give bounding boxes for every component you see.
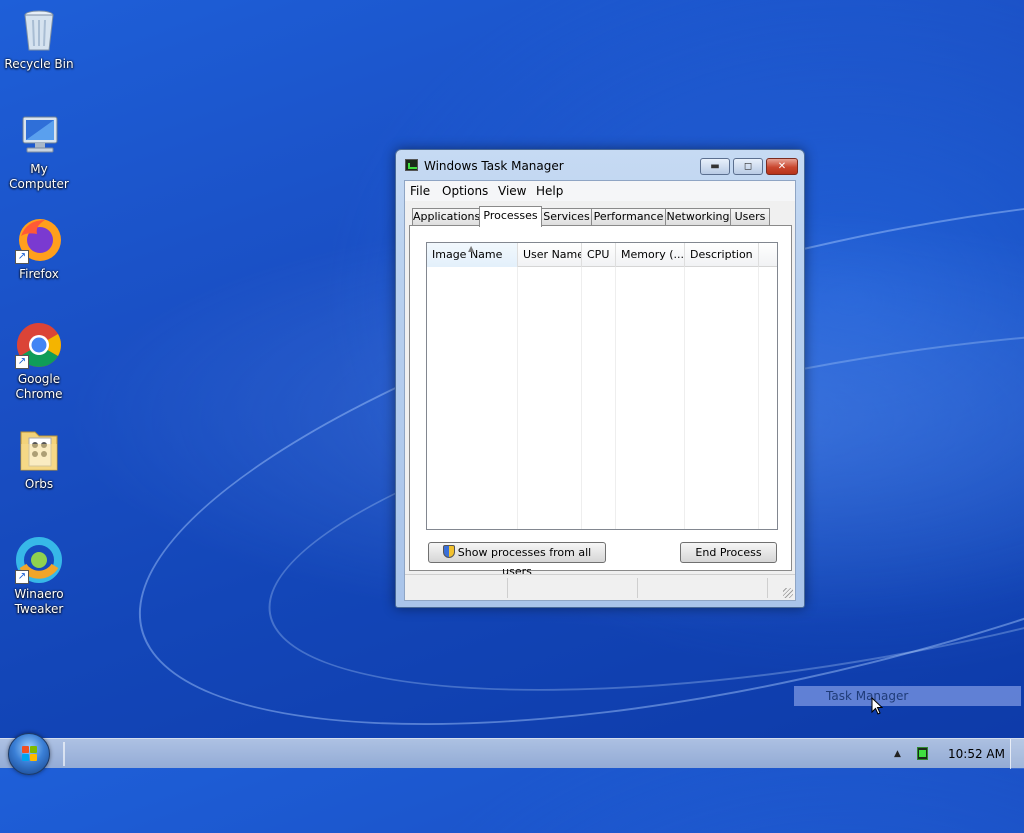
tab-networking[interactable]: Networking (665, 208, 731, 226)
show-hidden-icons-button[interactable]: ▲ (894, 749, 901, 759)
window-title: Windows Task Manager (424, 159, 564, 173)
winaero-tweaker-icon: ↗ (15, 536, 63, 584)
sort-ascending-icon: ▲ (468, 244, 475, 253)
column-image-name[interactable]: ▲ Image Name (427, 243, 518, 267)
uac-shield-icon (442, 545, 455, 558)
desktop-icon-label: My Computer (9, 162, 69, 191)
desktop-icon-recycle-bin[interactable]: Recycle Bin (0, 6, 78, 72)
menu-options[interactable]: Options (442, 184, 488, 198)
tab-users[interactable]: Users (730, 208, 770, 226)
close-button[interactable]: ✕ (766, 158, 798, 175)
window-client-area: File Options View Help Applications Proc… (404, 180, 796, 601)
menu-view[interactable]: View (498, 184, 526, 198)
maximize-button[interactable]: ◻ (733, 158, 763, 175)
status-bar (405, 574, 795, 600)
column-divider (758, 267, 759, 529)
shortcut-arrow-icon: ↗ (15, 570, 29, 584)
task-manager-icon (405, 159, 418, 171)
desktop-icon-label: Google Chrome (15, 372, 63, 401)
desktop-icon-winaero-tweaker[interactable]: ↗ Winaero Tweaker (0, 536, 78, 617)
status-divider (767, 578, 768, 598)
column-user-name[interactable]: User Name (518, 243, 582, 267)
end-process-button[interactable]: End Process (680, 542, 777, 563)
column-cpu[interactable]: CPU (582, 243, 616, 267)
taskbar: ▲ 10:52 AM (0, 733, 1024, 775)
task-manager-tray-icon[interactable] (917, 747, 928, 760)
folder-icon (15, 426, 63, 474)
column-divider (517, 267, 518, 529)
status-divider (637, 578, 638, 598)
tab-services[interactable]: Services (541, 208, 592, 226)
shortcut-arrow-icon: ↗ (15, 250, 29, 264)
start-button[interactable] (8, 733, 50, 775)
processes-panel: ▲ Image Name User Name CPU Memory (... D… (409, 225, 792, 578)
windows-logo-icon (22, 746, 38, 762)
status-divider (507, 578, 508, 598)
desktop-icon-firefox[interactable]: ↗ Firefox (0, 216, 78, 282)
column-divider (581, 267, 582, 529)
menu-help[interactable]: Help (536, 184, 563, 198)
recycle-bin-icon (15, 6, 63, 54)
desktop-icon-my-computer[interactable]: My Computer (0, 111, 78, 192)
resize-grip[interactable] (783, 588, 793, 598)
shortcut-arrow-icon: ↗ (15, 355, 29, 369)
column-memory[interactable]: Memory (... (616, 243, 685, 267)
clock[interactable]: 10:52 AM (948, 747, 1005, 761)
task-manager-window[interactable]: Windows Task Manager ▬ ◻ ✕ File Options … (395, 149, 805, 608)
menu-file[interactable]: File (410, 184, 430, 198)
minimize-button[interactable]: ▬ (700, 158, 730, 175)
tab-performance[interactable]: Performance (591, 208, 666, 226)
menu-bar: File Options View Help (405, 181, 795, 201)
column-description[interactable]: Description (685, 243, 759, 267)
tab-applications[interactable]: Applications (412, 208, 480, 226)
desktop-icon-label: Winaero Tweaker (14, 587, 64, 616)
tab-processes[interactable]: Processes (479, 206, 542, 227)
show-all-processes-button[interactable]: Show processes from all users (428, 542, 606, 578)
column-header-row: ▲ Image Name User Name CPU Memory (... D… (427, 243, 777, 267)
title-bar[interactable]: Windows Task Manager ▬ ◻ ✕ (396, 150, 804, 180)
column-divider (684, 267, 685, 529)
column-divider (615, 267, 616, 529)
chrome-icon: ↗ (15, 321, 63, 369)
computer-icon (15, 111, 63, 159)
desktop-icon-label: Orbs (24, 477, 54, 491)
desktop-icon-orbs[interactable]: Orbs (0, 426, 78, 492)
firefox-icon: ↗ (15, 216, 63, 264)
desktop-icon-label: Recycle Bin (4, 57, 74, 71)
process-list[interactable]: ▲ Image Name User Name CPU Memory (... D… (426, 242, 778, 530)
desktop-icon-google-chrome[interactable]: ↗ Google Chrome (0, 321, 78, 402)
desktop-icon-label: Firefox (19, 267, 59, 281)
tray-tooltip: Task Manager (794, 686, 1021, 706)
taskbar-separator (63, 742, 65, 766)
mouse-cursor-icon (871, 697, 883, 715)
show-desktop-button[interactable] (1010, 739, 1024, 769)
